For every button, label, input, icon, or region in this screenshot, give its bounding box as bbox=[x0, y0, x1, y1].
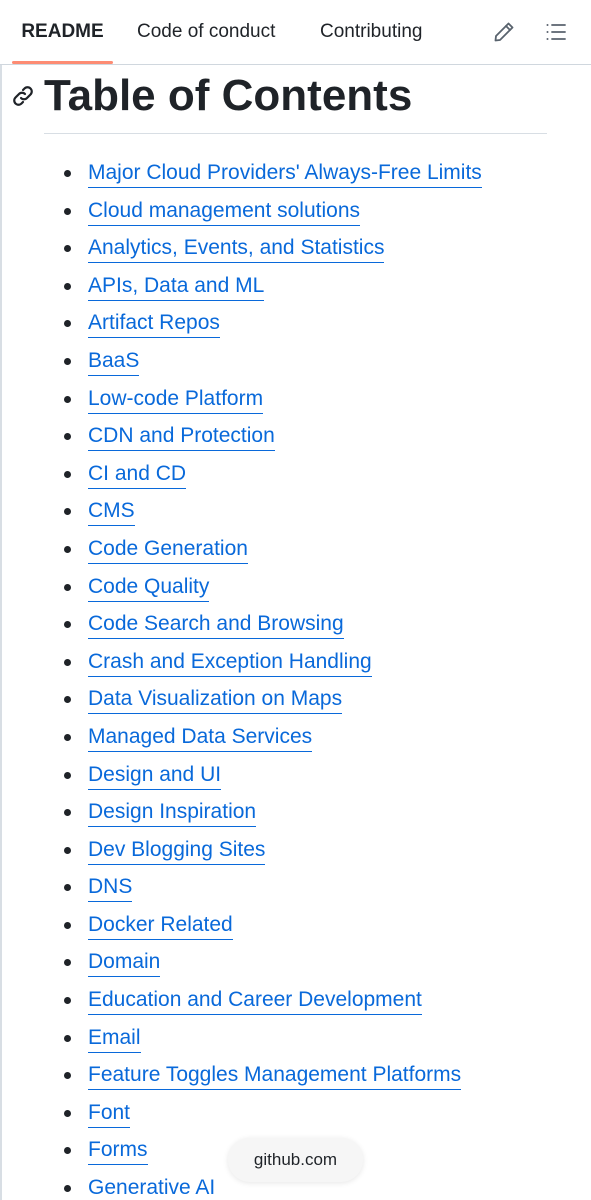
bullet bbox=[64, 433, 71, 441]
bullet bbox=[64, 282, 71, 290]
bullet bbox=[64, 621, 71, 629]
bullet bbox=[64, 1109, 71, 1117]
page-title: Table of Contents bbox=[44, 71, 413, 120]
toc-link[interactable]: Email bbox=[88, 1025, 141, 1053]
toc-link[interactable]: BaaS bbox=[88, 348, 140, 376]
readme-page: README Code of conduct Contributing Tabl… bbox=[0, 0, 591, 1200]
bullet bbox=[64, 1034, 71, 1042]
left-border bbox=[0, 64, 2, 1200]
bullet bbox=[64, 997, 71, 1005]
toc-link[interactable]: APIs, Data and ML bbox=[88, 273, 265, 301]
bullet bbox=[64, 508, 71, 516]
toc-link[interactable]: Font bbox=[88, 1100, 131, 1128]
toc-link[interactable]: CMS bbox=[88, 498, 135, 527]
toc-link[interactable]: Artifact Repos bbox=[88, 310, 220, 339]
bullet bbox=[64, 771, 71, 779]
toc-link[interactable]: Forms bbox=[88, 1137, 148, 1166]
bullet bbox=[64, 1147, 71, 1155]
bullet bbox=[64, 207, 71, 215]
toc-link[interactable]: Docker Related bbox=[88, 912, 233, 940]
toc-link[interactable]: DNS bbox=[88, 874, 133, 903]
toc-link[interactable]: Feature Toggles Management Platforms bbox=[88, 1062, 462, 1091]
bullet bbox=[64, 583, 71, 591]
toc-link[interactable]: Managed Data Services bbox=[88, 724, 313, 752]
bullet bbox=[64, 733, 71, 741]
bullet bbox=[64, 884, 71, 892]
tab-readme[interactable]: README bbox=[0, 0, 125, 64]
bullet bbox=[64, 545, 71, 553]
toc-link[interactable]: Education and Career Development bbox=[88, 987, 422, 1016]
toc-link[interactable]: Code Search and Browsing bbox=[88, 611, 344, 640]
bullet bbox=[64, 357, 71, 365]
browser-url-pill[interactable]: github.com bbox=[228, 1138, 363, 1182]
list-unordered-icon[interactable] bbox=[544, 20, 568, 44]
active-tab-indicator bbox=[12, 61, 113, 64]
bullet bbox=[64, 846, 71, 854]
bullet bbox=[64, 1072, 71, 1080]
bullet bbox=[64, 809, 71, 817]
bullet bbox=[64, 959, 71, 967]
bullet bbox=[64, 395, 71, 403]
tab-code-of-conduct[interactable]: Code of conduct bbox=[137, 0, 275, 64]
bullet bbox=[64, 320, 71, 328]
pencil-icon[interactable] bbox=[492, 20, 516, 44]
bullet bbox=[64, 658, 71, 666]
bullet bbox=[64, 245, 71, 253]
toc-link[interactable]: Data Visualization on Maps bbox=[88, 686, 343, 715]
tab-contributing[interactable]: Contributing bbox=[320, 0, 422, 64]
toc-link[interactable]: Design and UI bbox=[88, 762, 222, 790]
bullet bbox=[64, 1185, 71, 1193]
bullet bbox=[64, 921, 71, 929]
toc-link[interactable]: Generative AI bbox=[88, 1175, 215, 1200]
toc-link[interactable]: Code Generation bbox=[88, 536, 248, 564]
toc-link[interactable]: CI and CD bbox=[88, 461, 187, 489]
toc-link[interactable]: Cloud management solutions bbox=[88, 198, 360, 226]
tab-readme-label: README bbox=[21, 21, 104, 42]
bullet bbox=[64, 696, 71, 704]
toc-link[interactable]: Major Cloud Providers' Always-Free Limit… bbox=[88, 160, 482, 188]
bullet bbox=[64, 470, 71, 478]
toc-link[interactable]: Analytics, Events, and Statistics bbox=[88, 235, 385, 264]
toc-link[interactable]: Dev Blogging Sites bbox=[88, 837, 266, 865]
tab-bar: README Code of conduct Contributing bbox=[0, 0, 591, 65]
toc-link[interactable]: Design Inspiration bbox=[88, 799, 257, 828]
toc-link[interactable]: Crash and Exception Handling bbox=[88, 649, 372, 677]
title-divider bbox=[44, 133, 547, 134]
toc-link[interactable]: CDN and Protection bbox=[88, 423, 275, 452]
link-icon[interactable] bbox=[11, 84, 35, 108]
toc-link[interactable]: Code Quality bbox=[88, 574, 210, 602]
toc-link[interactable]: Domain bbox=[88, 949, 161, 978]
bullet bbox=[64, 170, 71, 177]
toc-link[interactable]: Low-code Platform bbox=[88, 386, 264, 414]
